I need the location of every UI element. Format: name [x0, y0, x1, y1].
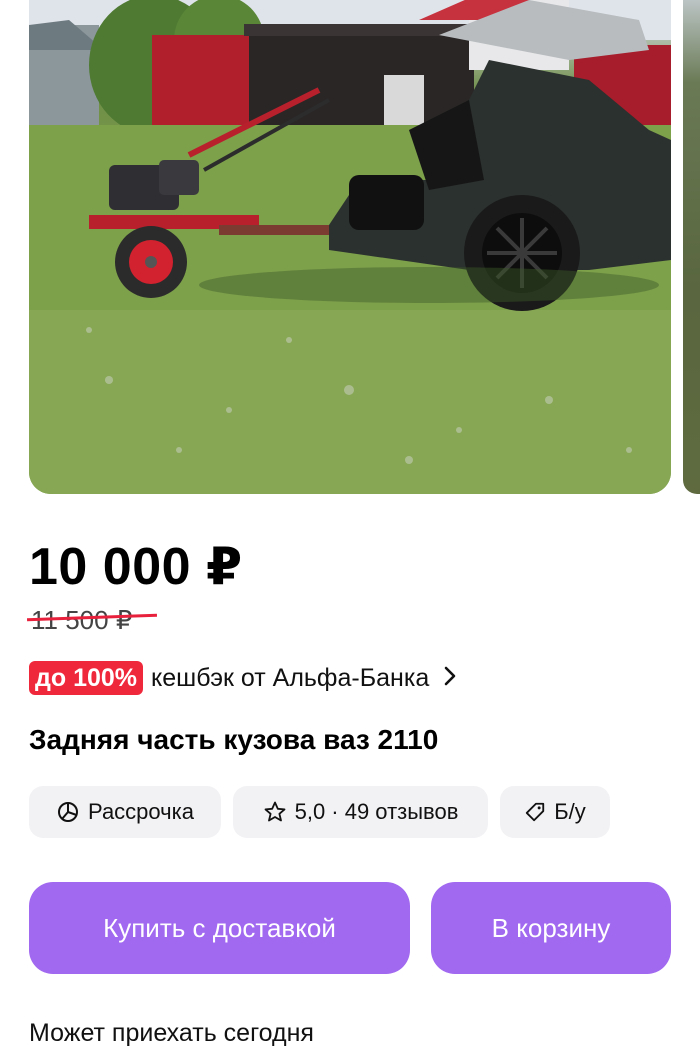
rating-chip-label: 5,0 · 49 отзывов: [294, 799, 459, 824]
product-photo[interactable]: [29, 0, 671, 494]
rating-chip[interactable]: 5,0 · 49 отзывов: [233, 786, 488, 838]
buy-with-delivery-button[interactable]: Купить с доставкой: [29, 882, 410, 974]
condition-chip-label: Б/у: [554, 799, 586, 824]
product-photo-illustration: [29, 0, 671, 494]
add-to-cart-button[interactable]: В корзину: [431, 882, 671, 974]
installment-chip-label: Рассрочка: [88, 799, 194, 824]
old-price: 11 500 ₽: [26, 603, 158, 637]
photo-gallery[interactable]: [0, 0, 700, 496]
cashback-text: кешбэк от Альфа-Банка: [151, 663, 430, 692]
next-photo-preview[interactable]: [683, 0, 700, 494]
cashback-badge: до 100%: [29, 661, 144, 695]
cashback-banner[interactable]: до 100% кешбэк от Альфа-Банка: [29, 660, 457, 696]
installment-chip[interactable]: Рассрочка: [29, 786, 221, 838]
condition-chip[interactable]: Б/у: [500, 786, 610, 838]
delivery-note: Может приехать сегодня: [29, 1019, 314, 1047]
pie-chart-icon: [58, 802, 78, 822]
tag-icon: [526, 802, 545, 822]
product-title: Задняя часть кузова ваз 2110: [29, 724, 439, 755]
star-icon: [264, 801, 285, 822]
price: 10 000 ₽: [29, 538, 243, 596]
chevron-right-icon: [443, 663, 457, 694]
